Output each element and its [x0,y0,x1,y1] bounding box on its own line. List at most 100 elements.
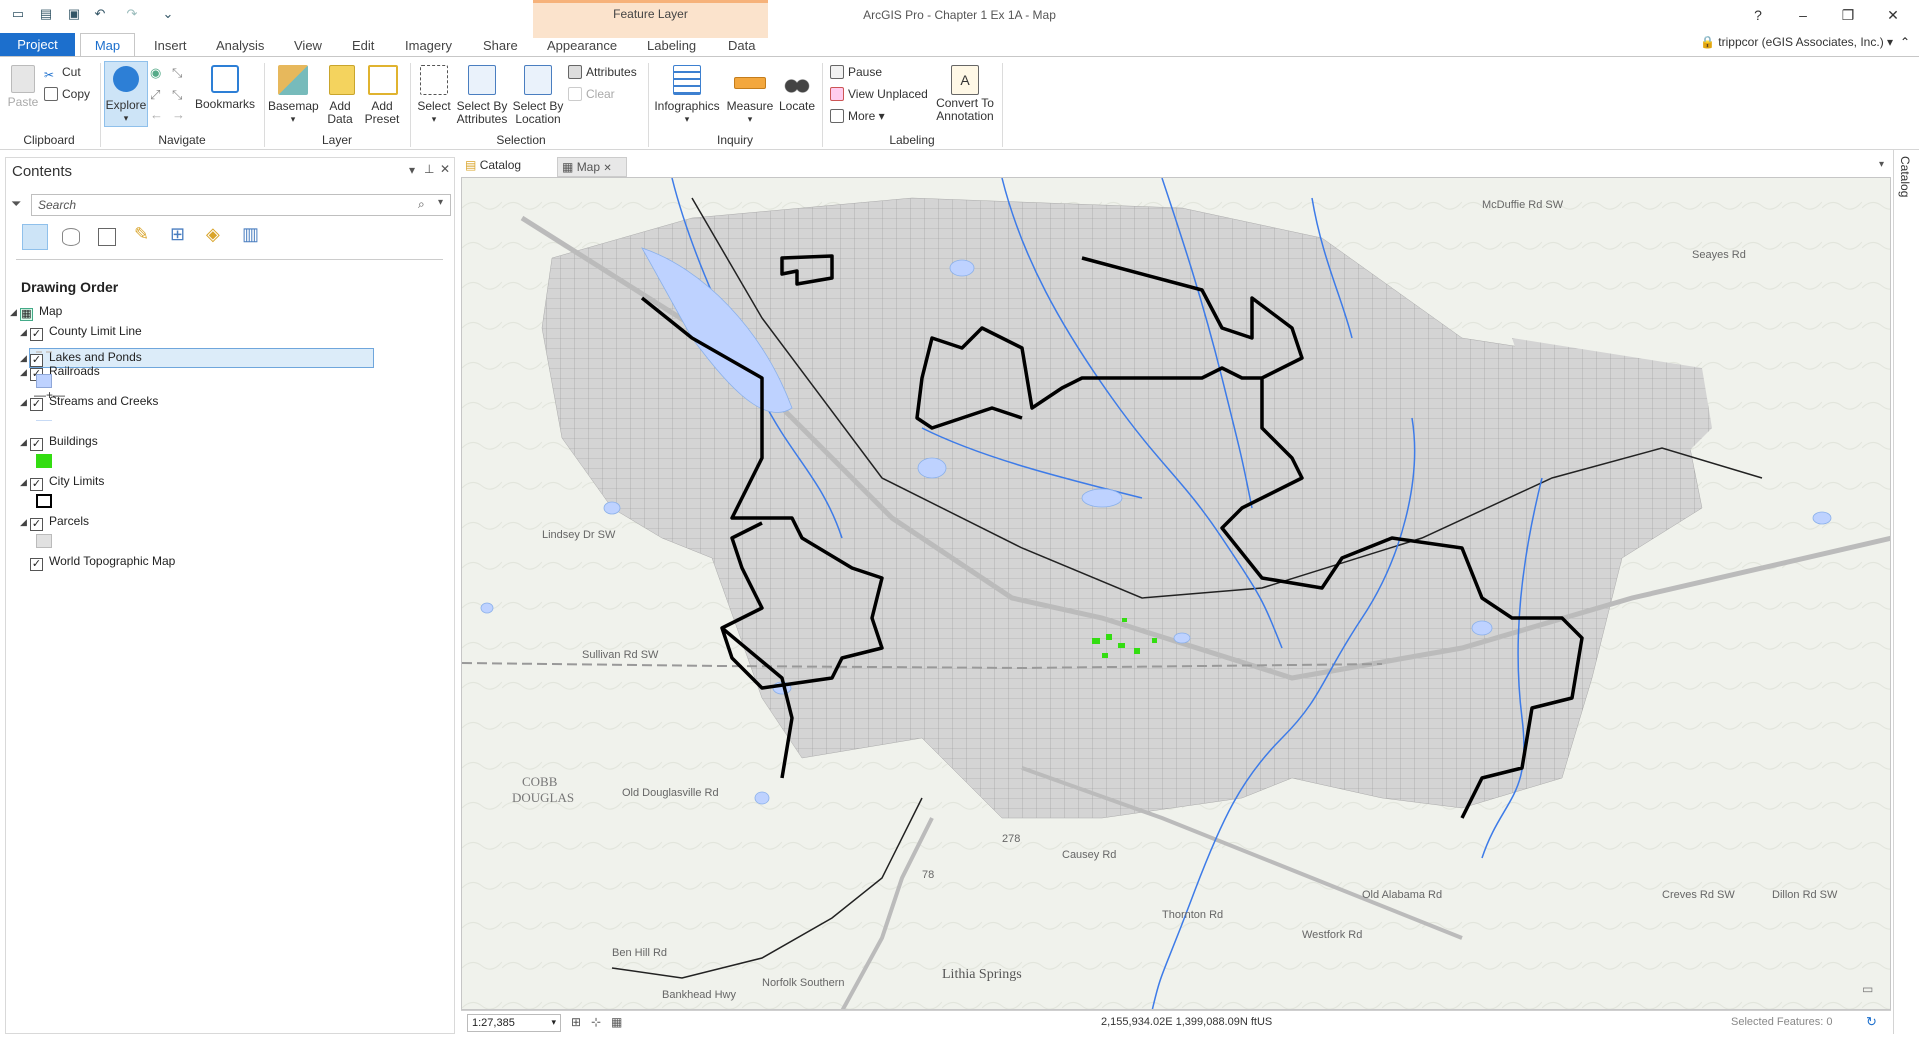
expand-icon[interactable]: ◢ [10,307,20,318]
close-tab-icon[interactable]: ✕ [603,163,611,174]
copy-button[interactable]: Copy [44,87,90,101]
tabs-dropdown-icon[interactable]: ▾ [1879,159,1884,170]
tab-view[interactable]: View [294,38,322,53]
map-label-causey: Causey Rd [1062,849,1116,861]
list-by-data-source-icon[interactable] [62,228,80,246]
convert-to-annotation-button[interactable]: A Convert To Annotation [932,65,998,123]
basemap-button[interactable]: Basemap ▾ [268,65,319,126]
layer-lakes-and-ponds[interactable]: ◢ ✓ Lakes and Ponds [20,350,142,368]
layer-checkbox[interactable]: ✓ [30,354,43,367]
infographics-button[interactable]: Infographics ▾ [652,65,722,126]
user-name: trippcor (eGIS Associates, Inc.) [1718,35,1884,49]
map-label-lithia-springs: Lithia Springs [942,967,1022,982]
layer-checkbox[interactable]: ✓ [30,398,43,411]
help-button[interactable]: ? [1740,4,1776,26]
tab-data[interactable]: Data [728,38,755,53]
tab-appearance[interactable]: Appearance [547,38,617,53]
select-by-location-button[interactable]: Select By Location [510,65,566,126]
search-dropdown-icon[interactable]: ▾ [438,197,443,208]
layer-checkbox[interactable]: ✓ [30,518,43,531]
fixed-scale-icon[interactable]: ⊞ [571,1015,581,1029]
paste-button[interactable]: Paste [6,65,40,109]
user-lock-icon: 🔒 [1700,35,1715,49]
filter-icon[interactable]: ⏷ [11,196,21,212]
scale-selector[interactable]: 1:27,385 ▾ [467,1014,561,1032]
separator [822,63,823,147]
add-data-button[interactable]: Add Data [322,65,362,126]
user-account[interactable]: 🔒 trippcor (eGIS Associates, Inc.) ▾ [1700,35,1893,49]
close-pane-icon[interactable]: ✕ [440,162,450,176]
layer-checkbox[interactable]: ✓ [30,478,43,491]
add-preset-button[interactable]: Add Preset [362,65,404,126]
map-view[interactable]: McDuffie Rd SW Seayes Rd Sullivan Rd SW … [461,177,1891,1010]
layer-city-limits[interactable]: ◢ ✓ City Limits [20,474,104,494]
view-unplaced-button[interactable]: View Unplaced [830,87,928,101]
forward-icon[interactable]: → [172,107,185,122]
zoom-out-icon[interactable]: ⤡ [172,87,182,103]
more-button[interactable]: More ▾ [830,109,885,123]
refresh-icon[interactable]: ↻ [1866,1014,1877,1030]
minimize-button[interactable]: – [1785,4,1821,26]
list-by-drawing-order-icon[interactable] [22,224,48,250]
zoom-in-icon[interactable]: ⤢ [150,87,160,103]
clear-button[interactable]: Clear [568,87,615,101]
snapping-icon[interactable]: ⊹ [591,1015,601,1029]
streams-symbol [36,420,52,421]
tab-analysis[interactable]: Analysis [216,38,264,53]
catalog-side-tab[interactable]: Catalog [1898,156,1912,197]
back-icon[interactable]: ← [150,107,163,122]
layer-buildings[interactable]: ◢ ✓ Buildings [20,434,98,454]
list-by-charts-icon[interactable]: ▥ [242,224,259,245]
notification-icon[interactable]: ▭ [1862,982,1873,996]
map-canvas[interactable]: McDuffie Rd SW Seayes Rd Sullivan Rd SW … [462,178,1891,1010]
layer-streams-and-creeks[interactable]: ◢ ✓ Streams and Creeks [20,394,158,414]
map-label-cobb: COBB [522,774,558,789]
map-icon: ▦ [20,308,33,321]
layer-checkbox[interactable]: ✓ [30,328,43,341]
cut-button[interactable]: ✂ Cut [44,65,81,82]
lakes-symbol [36,374,52,388]
select-button[interactable]: Select ▾ [414,65,454,126]
measure-button[interactable]: Measure ▾ [724,65,776,126]
layer-checkbox[interactable]: ✓ [30,558,43,571]
locate-button[interactable]: Locate [776,65,818,113]
layer-checkbox[interactable]: ✓ [30,438,43,451]
pause-button[interactable]: Pause [830,65,882,79]
tab-edit[interactable]: Edit [352,38,374,53]
tab-project[interactable]: Project [0,33,75,57]
list-by-labeling-icon[interactable]: ◈ [206,224,220,245]
collapse-ribbon-icon[interactable]: ⌃ [1900,35,1910,49]
tab-imagery[interactable]: Imagery [405,38,452,53]
bookmarks-button[interactable]: Bookmarks [194,65,256,111]
tab-insert[interactable]: Insert [154,38,187,53]
layer-parcels[interactable]: ◢ ✓ Parcels [20,514,89,534]
list-by-selection-icon[interactable] [98,228,116,246]
map-node[interactable]: ◢ ▦ Map [10,304,62,324]
contents-search-input[interactable]: Search [31,194,451,216]
tab-map[interactable]: Map [80,33,135,57]
pin-icon[interactable]: ⊥ [424,162,434,176]
tab-map-view[interactable]: ▦ Map ✕ [557,157,627,177]
catalog-side-panel[interactable]: Catalog [1893,150,1919,1034]
layer-county-limit-line[interactable]: ◢ ✓ County Limit Line [20,324,142,344]
search-icon[interactable]: ⌕ [418,197,425,212]
list-by-editing-icon[interactable]: ✎ [134,224,149,245]
separator [1002,63,1003,147]
tab-share[interactable]: Share [483,38,518,53]
restore-button[interactable]: ❐ [1830,4,1866,26]
map-label-mcduffie: McDuffie Rd SW [1482,199,1564,211]
tab-labeling[interactable]: Labeling [647,38,696,53]
fixed-zoom-icon[interactable]: ⤡ [172,65,182,81]
copy-icon [44,87,58,101]
select-by-attributes-button[interactable]: Select By Attributes [454,65,510,126]
explore-button[interactable]: Explore ▾ [104,61,148,127]
grid-icon[interactable]: ▦ [611,1015,622,1029]
layer-world-topographic-map[interactable]: ✓ World Topographic Map [30,554,175,574]
close-window-button[interactable]: ✕ [1875,4,1911,26]
tab-catalog-view[interactable]: ▤ Catalog [465,158,521,172]
attributes-button[interactable]: Attributes [568,65,637,79]
full-extent-icon[interactable]: ◉ [150,65,161,81]
list-by-snapping-icon[interactable]: ⊞ [170,224,185,245]
selected-features-count[interactable]: Selected Features: 0 [1731,1016,1833,1028]
pane-menu-icon[interactable]: ▾ [409,163,415,177]
